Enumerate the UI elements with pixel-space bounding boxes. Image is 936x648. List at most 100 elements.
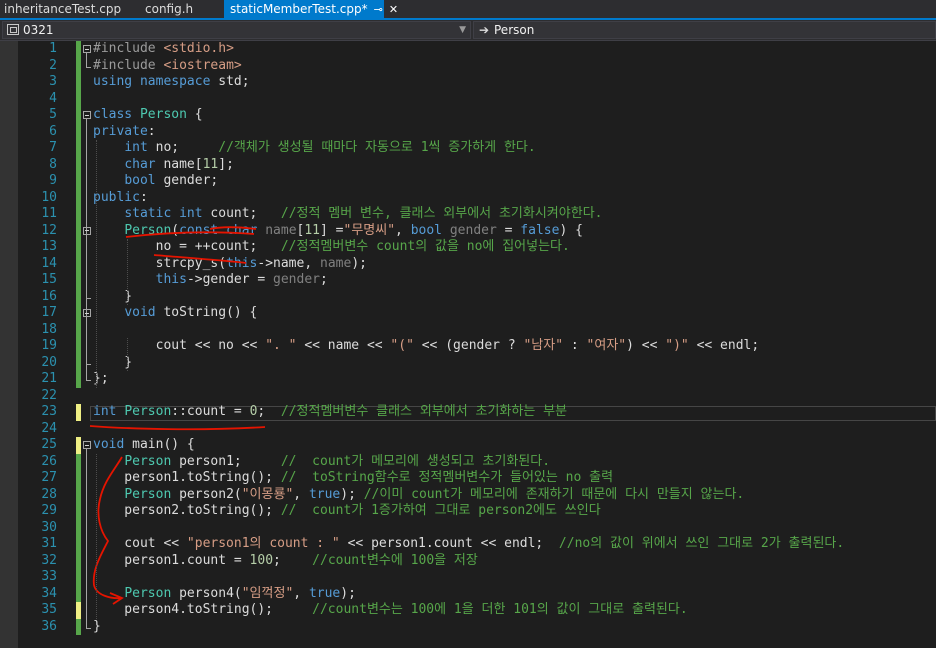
code-token: //객체가 생성될 때마다 자동으로 1씩 증가하게 한다. xyxy=(218,140,536,155)
code-token: { xyxy=(186,107,203,122)
code-text: private: xyxy=(93,124,156,141)
outline-line xyxy=(86,449,87,628)
line-number: 21 xyxy=(41,371,57,386)
code-line[interactable]: 21}; xyxy=(0,371,936,388)
code-token: 11 xyxy=(304,222,321,238)
code-line[interactable]: 34 Person person4("임꺽정", true); xyxy=(0,585,936,602)
code-line[interactable]: 19 cout << no << ". " << name << "(" << … xyxy=(0,338,936,355)
outline-line xyxy=(86,234,87,298)
code-line[interactable]: 25 void main() { xyxy=(0,437,936,454)
code-editor[interactable]: 1 #include <stdio.h> 2 #include <iostream> 3… xyxy=(0,41,936,648)
code-token: << person1.count << endl; xyxy=(339,536,559,551)
code-line[interactable]: 8 char name[11]; xyxy=(0,156,936,173)
code-token: : xyxy=(139,189,148,205)
code-line[interactable]: 14 strcpy_s(this->name, name); xyxy=(0,255,936,272)
change-bar xyxy=(76,618,81,635)
collapse-icon[interactable] xyxy=(83,45,91,53)
code-token: no; xyxy=(147,140,219,155)
code-line[interactable]: 12 Person(const char name[11] ="무명씨", bo… xyxy=(0,222,936,239)
code-token: private xyxy=(93,123,148,139)
code-line[interactable]: 1 #include <stdio.h> xyxy=(0,41,936,58)
code-line[interactable]: 13 no = ++count; //정적멤버변수 count의 값을 no에 … xyxy=(0,239,936,256)
line-number: 19 xyxy=(41,338,57,353)
line-number: 29 xyxy=(41,503,57,518)
code-line[interactable]: 32 person1.count = 100; //count변수에 100을 … xyxy=(0,552,936,570)
collapse-icon[interactable] xyxy=(83,441,91,449)
change-bar xyxy=(76,173,81,190)
code-line[interactable]: 33 xyxy=(0,569,936,586)
line-number: 32 xyxy=(41,552,57,568)
line-number: 35 xyxy=(41,602,57,617)
code-token: ]; xyxy=(218,156,234,172)
collapse-icon[interactable] xyxy=(83,111,91,119)
collapse-icon[interactable] xyxy=(83,226,91,235)
code-line[interactable]: 17 void toString() { xyxy=(0,305,936,322)
code-token: 100 xyxy=(249,552,274,568)
code-token: ". " xyxy=(265,338,297,353)
code-line[interactable]: 16 } xyxy=(0,288,936,305)
code-token: char xyxy=(226,222,258,238)
tab-config-h[interactable]: config.h xyxy=(145,0,193,18)
code-token: no = ++count; xyxy=(93,239,281,254)
code-token: ); xyxy=(340,585,356,601)
code-line[interactable]: 27 person1.toString(); // toString함수로 정적… xyxy=(0,470,936,487)
code-line[interactable]: 31 cout << "person1의 count : " << person… xyxy=(0,536,936,553)
code-line[interactable]: 7 int no; //객체가 생성될 때마다 자동으로 1씩 증가하게 한다. xyxy=(0,140,936,157)
member-dropdown[interactable]: ➔ Person xyxy=(473,21,936,39)
code-line[interactable]: 26 Person person1; // count가 메모리에 생성되고 초… xyxy=(0,453,936,470)
code-token: : xyxy=(563,338,587,353)
code-line[interactable]: 29 person2.toString(); // count가 1증가하여 그… xyxy=(0,503,936,520)
code-line[interactable]: 5 class Person { xyxy=(0,107,936,124)
code-token: //이미 count가 메모리에 존재하기 때문에 다시 만들지 않는다. xyxy=(363,486,745,502)
code-line[interactable]: 2 #include <iostream> xyxy=(0,57,936,75)
code-token: ( xyxy=(171,222,180,238)
code-line[interactable]: 3 using namespace std; xyxy=(0,74,936,91)
code-line[interactable]: 4 xyxy=(0,90,936,107)
code-line[interactable]: 24 xyxy=(0,421,936,438)
code-line[interactable]: 9 bool gender; xyxy=(0,173,936,190)
outline-end xyxy=(86,380,91,381)
code-token: cout << no << xyxy=(93,338,266,353)
code-token: toString() { xyxy=(155,305,258,320)
code-text: #include <iostream> xyxy=(93,58,242,75)
change-bar xyxy=(76,569,81,586)
code-token: std; xyxy=(210,74,250,89)
code-token: int xyxy=(179,206,203,221)
code-token: , xyxy=(293,585,309,601)
line-number: 10 xyxy=(41,189,57,205)
tab-inheritance-test[interactable]: inheritanceTest.cpp xyxy=(4,0,121,18)
code-token: "임꺽정" xyxy=(241,585,294,601)
change-bar xyxy=(76,288,81,305)
collapse-icon[interactable] xyxy=(83,309,91,317)
code-line[interactable]: 36} xyxy=(0,618,936,635)
change-bar xyxy=(76,107,81,124)
code-token: void xyxy=(93,437,125,452)
code-line[interactable]: 22 xyxy=(0,388,936,405)
code-line[interactable]: 23 int Person::count = 0; //정적멤버변수 클래스 외부… xyxy=(0,404,936,421)
tab-static-member-test[interactable]: staticMemberTest.cpp* ⊸ ✕ xyxy=(224,0,398,19)
code-line[interactable]: 20 } xyxy=(0,354,936,371)
line-number: 4 xyxy=(49,90,57,106)
code-line[interactable]: 30 xyxy=(0,519,936,536)
code-line[interactable]: 10 public: xyxy=(0,189,936,206)
code-line[interactable]: 6 private: xyxy=(0,123,936,141)
change-bar xyxy=(76,140,81,157)
code-line[interactable]: 28 Person person2("이몽룡", true); //이미 cou… xyxy=(0,486,936,503)
scope-dropdown[interactable]: 0321 ▼ xyxy=(2,21,471,39)
code-token: ::count = xyxy=(171,404,250,419)
close-icon[interactable]: ✕ xyxy=(389,1,398,19)
code-token: person1; xyxy=(171,453,281,469)
code-line[interactable]: 18 xyxy=(0,321,936,338)
code-line[interactable]: 35 person4.toString(); //count변수는 100에 1… xyxy=(0,602,936,619)
code-token: ; xyxy=(273,552,313,568)
outline-end xyxy=(86,66,91,68)
code-line[interactable]: 11 static int count; //정적 멤버 변수, 클래스 외부에… xyxy=(0,206,936,223)
code-token: //정적 멤버 변수, 클래스 외부에서 초기화시켜야한다. xyxy=(280,206,603,221)
code-line[interactable]: 15 this->gender = gender; xyxy=(0,272,936,289)
code-token: name xyxy=(320,255,352,271)
code-text: person1.count = 100; //count변수에 100을 저장 xyxy=(93,553,478,570)
pin-icon[interactable]: ⊸ xyxy=(374,1,383,19)
